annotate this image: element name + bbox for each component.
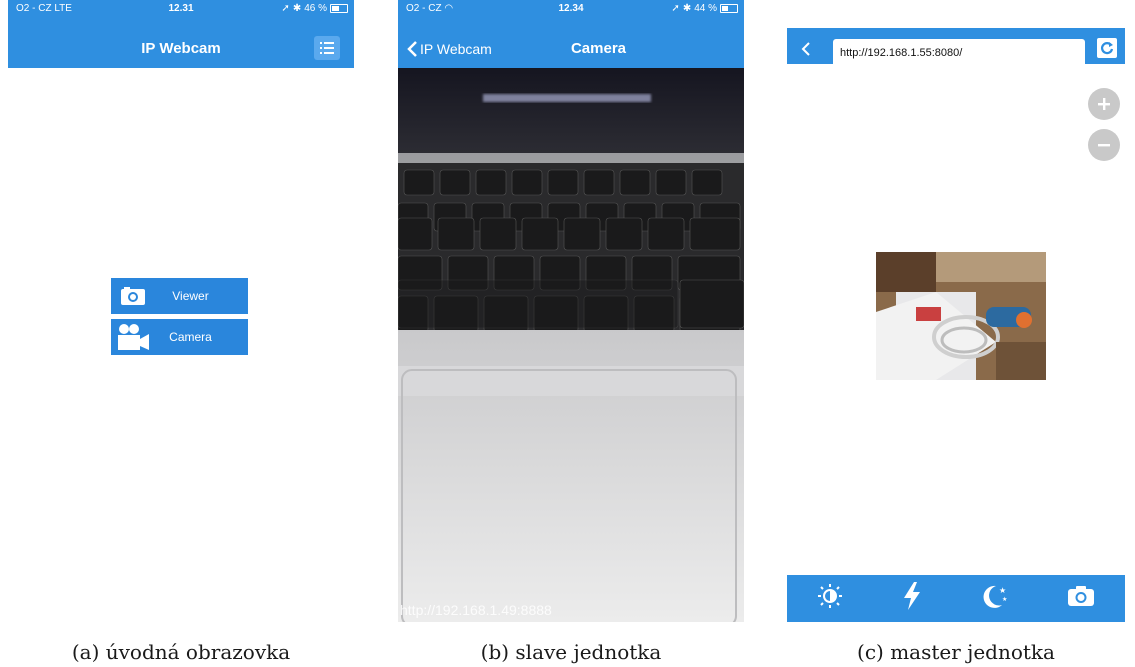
zoom-in-button[interactable]	[1088, 88, 1120, 120]
nav-bar: O2 - CZ ◠ 12.34 ➚ ✱ 44 % IP Webcam Camer…	[398, 0, 744, 68]
snapshot-button[interactable]	[1067, 585, 1095, 612]
menu-button[interactable]	[314, 36, 340, 60]
video-stream-image	[876, 252, 1046, 380]
flash-icon	[904, 582, 921, 610]
back-button[interactable]	[801, 42, 811, 61]
list-icon	[320, 42, 334, 54]
home-screen: O2 - CZ LTE 12.31 ➚ ✱ 46 % IP Webcam Vie…	[8, 0, 354, 622]
address-field[interactable]: http://192.168.1.55:8080/	[833, 39, 1085, 64]
minus-icon	[1098, 144, 1110, 147]
stream-url: http://192.168.1.49:8888	[400, 602, 552, 618]
viewer-button[interactable]: Viewer	[111, 278, 248, 314]
video-camera-icon	[118, 324, 149, 350]
page-title: Camera	[570, 40, 627, 57]
viewer-button-label: Viewer	[172, 289, 209, 303]
brightness-icon	[817, 584, 842, 608]
status-bar: O2 - CZ LTE 12.31 ➚ ✱ 46 %	[8, 0, 354, 17]
slave-screen: O2 - CZ ◠ 12.34 ➚ ✱ 44 % IP Webcam Camer…	[398, 0, 744, 622]
svg-text:★: ★	[1002, 596, 1007, 603]
bluetooth-icon: ✱	[682, 3, 692, 14]
caption-a: (a) úvodná obrazovka	[71, 640, 291, 664]
location-icon: ➚	[281, 3, 290, 14]
master-screen: http://192.168.1.55:8080/ ★ ★	[787, 0, 1125, 622]
bluetooth-icon: ✱	[292, 3, 302, 14]
svg-text:★: ★	[999, 586, 1006, 595]
caption-c: (c) master jednotka	[857, 640, 1055, 664]
chevron-left-icon	[801, 42, 810, 56]
status-bar: O2 - CZ ◠ 12.34 ➚ ✱ 44 %	[398, 0, 744, 17]
battery-percent: 44 %	[694, 3, 717, 14]
battery-icon	[330, 4, 348, 13]
reload-button[interactable]	[1097, 38, 1117, 58]
plus-icon	[1098, 98, 1110, 110]
page-title: IP Webcam	[141, 40, 221, 57]
night-mode-button[interactable]: ★ ★	[982, 583, 1008, 614]
camera-icon	[121, 287, 145, 305]
battery-percent: 46 %	[304, 3, 327, 14]
refresh-icon	[1100, 42, 1114, 55]
night-mode-icon: ★ ★	[983, 585, 1007, 608]
camera-button[interactable]: Camera	[111, 319, 248, 355]
caption-b: (b) slave jednotka	[480, 640, 662, 664]
brightness-button[interactable]	[817, 583, 843, 614]
camera-button-label: Camera	[169, 330, 212, 344]
zoom-out-button[interactable]	[1088, 129, 1120, 161]
battery-icon	[720, 4, 738, 13]
flash-button[interactable]	[902, 582, 922, 615]
camera-feed-image	[398, 68, 744, 622]
camera-toolbar: ★ ★	[787, 575, 1125, 622]
camera-icon	[1068, 586, 1095, 606]
browser-bar: http://192.168.1.55:8080/	[787, 28, 1125, 64]
nav-bar: O2 - CZ LTE 12.31 ➚ ✱ 46 % IP Webcam	[8, 0, 354, 68]
camera-preview	[398, 68, 744, 622]
location-icon: ➚	[671, 3, 680, 14]
